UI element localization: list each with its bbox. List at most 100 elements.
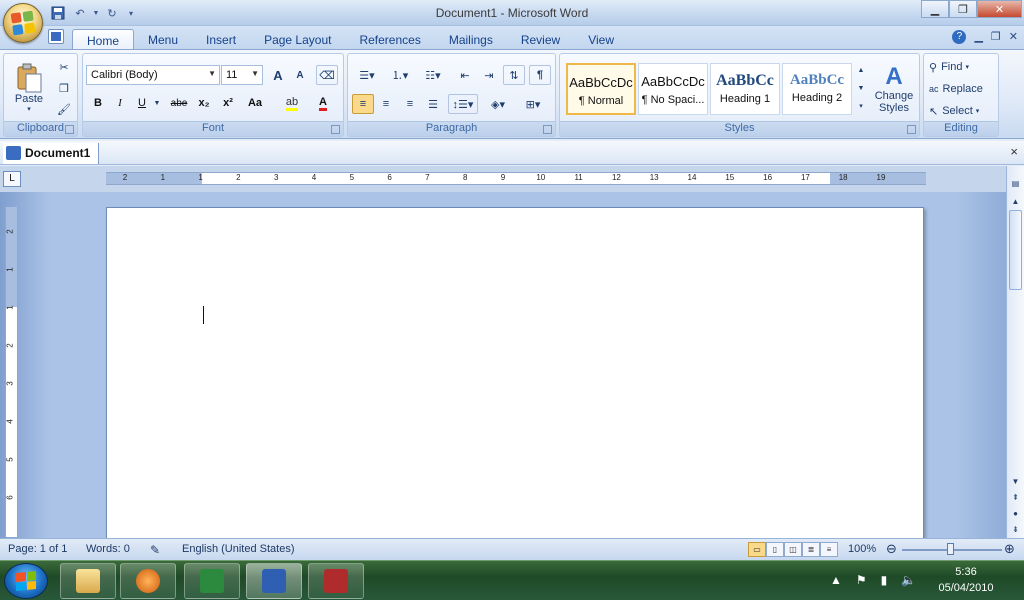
view-ruler-icon[interactable]: ▤ — [1008, 176, 1023, 191]
document-tab[interactable]: Document1 — [3, 143, 100, 164]
style-heading-1[interactable]: AaBbCc Heading 1 — [710, 63, 780, 115]
tab-mailings[interactable]: Mailings — [435, 29, 507, 50]
decrease-indent-icon[interactable]: ⇤ — [454, 65, 476, 85]
proofing-icon[interactable]: ✎ — [150, 543, 160, 557]
tab-home[interactable]: Home — [72, 29, 135, 50]
tab-page-layout[interactable]: Page Layout — [250, 29, 345, 50]
scroll-up-icon[interactable]: ▲ — [1008, 194, 1023, 209]
style-no-spacing[interactable]: AaBbCcDc ¶ No Spaci... — [638, 63, 708, 115]
close-icon[interactable]: × — [1010, 144, 1018, 159]
format-painter-icon[interactable]: 🖌 — [54, 100, 74, 118]
clipboard-launcher-icon[interactable] — [65, 125, 74, 134]
styles-scroll-down-icon[interactable]: ▼ — [855, 80, 867, 96]
tab-references[interactable]: References — [345, 29, 434, 50]
horizontal-ruler[interactable]: 2 1 1 2 3 4 5 6 7 8 9 10 11 12 13 14 15 16 17 18 19 — [106, 172, 926, 185]
doc-minimize-icon[interactable]: ▁ — [974, 30, 982, 44]
numbering-icon[interactable]: ⒈▾ — [385, 65, 415, 85]
paragraph-launcher-icon[interactable] — [543, 125, 552, 134]
volume-icon[interactable]: 🔈 — [901, 573, 916, 587]
font-size-field[interactable]: 11 ▼ — [221, 65, 263, 85]
zoom-in-icon[interactable]: ⊕ — [1004, 541, 1015, 557]
font-color-button[interactable]: A — [309, 94, 337, 112]
bold-button[interactable]: B — [88, 94, 108, 112]
paste-button[interactable]: Paste ▾ — [10, 58, 48, 118]
tab-selector-button[interactable]: L — [3, 171, 21, 187]
show-formatting-icon[interactable]: ¶ — [529, 65, 551, 85]
change-styles-button[interactable]: A Change Styles — [871, 58, 917, 120]
full-screen-reading-icon[interactable]: ▯ — [766, 542, 784, 557]
underline-button[interactable]: U — [132, 94, 152, 112]
language[interactable]: English (United States) — [182, 543, 295, 555]
word-icon[interactable] — [246, 563, 302, 599]
word-doc-icon[interactable] — [48, 29, 64, 44]
browse-object-icon[interactable]: ● — [1008, 506, 1023, 521]
font-name-field[interactable]: Calibri (Body) ▼ — [86, 65, 220, 85]
show-hidden-icons-icon[interactable]: ▲ — [830, 573, 842, 587]
print-layout-icon[interactable]: ▭ — [748, 542, 766, 557]
styles-launcher-icon[interactable] — [907, 125, 916, 134]
font-launcher-icon[interactable] — [331, 125, 340, 134]
explorer-icon[interactable] — [60, 563, 116, 599]
tab-menu[interactable]: Menu — [134, 29, 192, 50]
previous-page-icon[interactable]: ⇞ — [1008, 490, 1023, 505]
zoom-slider-knob[interactable] — [947, 543, 954, 555]
underline-dropdown-icon[interactable]: ▼ — [153, 94, 161, 112]
tab-insert[interactable]: Insert — [192, 29, 250, 50]
replace-button[interactable]: ac Replace — [928, 80, 996, 98]
media-player-icon[interactable] — [120, 563, 176, 599]
clear-formatting-icon[interactable]: ⌫ — [316, 65, 338, 85]
justify-icon[interactable]: ☰ — [422, 94, 444, 114]
highlight-color-button[interactable]: ab — [278, 94, 306, 112]
scroll-thumb[interactable] — [1009, 210, 1022, 290]
document-page[interactable] — [106, 207, 924, 547]
zoom-level[interactable]: 100% — [848, 543, 876, 555]
styles-more-icon[interactable]: ▾ — [855, 98, 867, 114]
bullets-icon[interactable]: ☰▾ — [352, 65, 382, 85]
increase-indent-icon[interactable]: ⇥ — [478, 65, 500, 85]
align-right-icon[interactable]: ≡ — [399, 94, 421, 114]
line-spacing-icon[interactable]: ↕☰▾ — [448, 94, 478, 114]
style-heading-2[interactable]: AaBbCc Heading 2 — [782, 63, 852, 115]
zoom-out-icon[interactable]: ⊖ — [886, 541, 897, 557]
subscript-button[interactable]: x₂ — [193, 94, 215, 112]
copy-icon[interactable]: ❐ — [54, 79, 74, 97]
style-normal[interactable]: AaBbCcDc ¶ Normal — [566, 63, 636, 115]
next-page-icon[interactable]: ⇟ — [1008, 522, 1023, 537]
superscript-button[interactable]: x² — [217, 94, 239, 112]
find-button[interactable]: ⚲ Find ▾ — [928, 58, 996, 76]
grow-font-button[interactable]: A — [268, 66, 288, 84]
access-icon[interactable] — [308, 563, 364, 599]
select-button[interactable]: ↖ Select ▾ — [928, 102, 996, 120]
strikethrough-button[interactable]: abe — [167, 94, 191, 112]
align-left-icon[interactable]: ≡ — [352, 94, 374, 114]
battery-icon[interactable]: ▮ — [881, 573, 888, 587]
doc-close-icon[interactable]: ✕ — [1009, 30, 1018, 44]
clock[interactable]: 5:36 05/04/2010 — [934, 564, 998, 596]
draft-icon[interactable]: ≡ — [820, 542, 838, 557]
excel-icon[interactable] — [184, 563, 240, 599]
word-count[interactable]: Words: 0 — [86, 543, 130, 555]
web-layout-icon[interactable]: ◫ — [784, 542, 802, 557]
vertical-ruler[interactable]: 2 1 1 2 3 4 5 6 — [5, 207, 18, 537]
office-button[interactable] — [3, 3, 43, 43]
shading-icon[interactable]: ◈▾ — [483, 94, 513, 114]
scroll-down-icon[interactable]: ▼ — [1008, 474, 1023, 489]
italic-button[interactable]: I — [110, 94, 130, 112]
styles-scroll-up-icon[interactable]: ▲ — [855, 62, 867, 78]
cut-icon[interactable]: ✂ — [54, 58, 74, 76]
sort-icon[interactable]: ⇅ — [503, 65, 525, 85]
network-icon[interactable]: ⚑ — [856, 573, 867, 587]
vertical-scrollbar[interactable]: ▤ ▲ ▼ ⇞ ● ⇟ — [1006, 166, 1024, 538]
doc-restore-icon[interactable]: ❐ — [991, 30, 1001, 44]
minimize-icon[interactable]: ▁ — [921, 0, 949, 18]
shrink-font-button[interactable]: A — [290, 66, 310, 84]
page-count[interactable]: Page: 1 of 1 — [8, 543, 67, 555]
start-button[interactable] — [4, 563, 48, 599]
restore-icon[interactable]: ❐ — [949, 0, 977, 18]
multilevel-list-icon[interactable]: ☷▾ — [418, 65, 448, 85]
close-icon[interactable]: ✕ — [977, 0, 1022, 18]
align-center-icon[interactable]: ≡ — [375, 94, 397, 114]
tab-review[interactable]: Review — [507, 29, 574, 50]
borders-icon[interactable]: ⊞▾ — [518, 94, 548, 114]
outline-icon[interactable]: ≣ — [802, 542, 820, 557]
